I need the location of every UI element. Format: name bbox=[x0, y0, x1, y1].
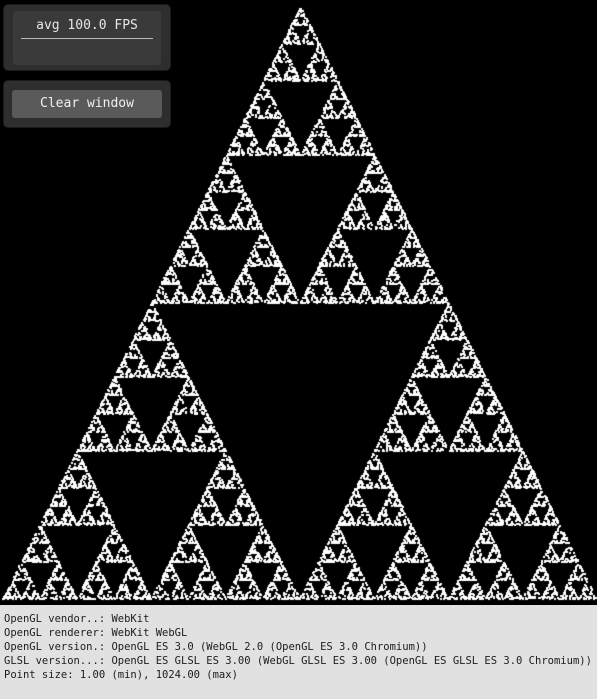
glsl-version-line: GLSL version...: OpenGL ES GLSL ES 3.00 … bbox=[4, 655, 592, 667]
fps-graph-line bbox=[21, 38, 153, 39]
gl-info-panel: OpenGL vendor..: WebKit OpenGL renderer:… bbox=[0, 605, 597, 699]
gl-renderer-line: OpenGL renderer: WebKit WebGL bbox=[4, 627, 188, 639]
gl-vendor-line: OpenGL vendor..: WebKit bbox=[4, 613, 150, 625]
point-size-line: Point size: 1.00 (min), 1024.00 (max) bbox=[4, 669, 238, 681]
fps-panel: avg 100.0 FPS bbox=[4, 5, 170, 70]
fps-widget: avg 100.0 FPS bbox=[13, 11, 161, 65]
controls-panel: Clear window bbox=[4, 81, 170, 127]
clear-window-button[interactable]: Clear window bbox=[12, 90, 162, 118]
gl-version-line: OpenGL version.: OpenGL ES 3.0 (WebGL 2.… bbox=[4, 641, 428, 653]
fps-counter: avg 100.0 FPS bbox=[36, 18, 138, 33]
